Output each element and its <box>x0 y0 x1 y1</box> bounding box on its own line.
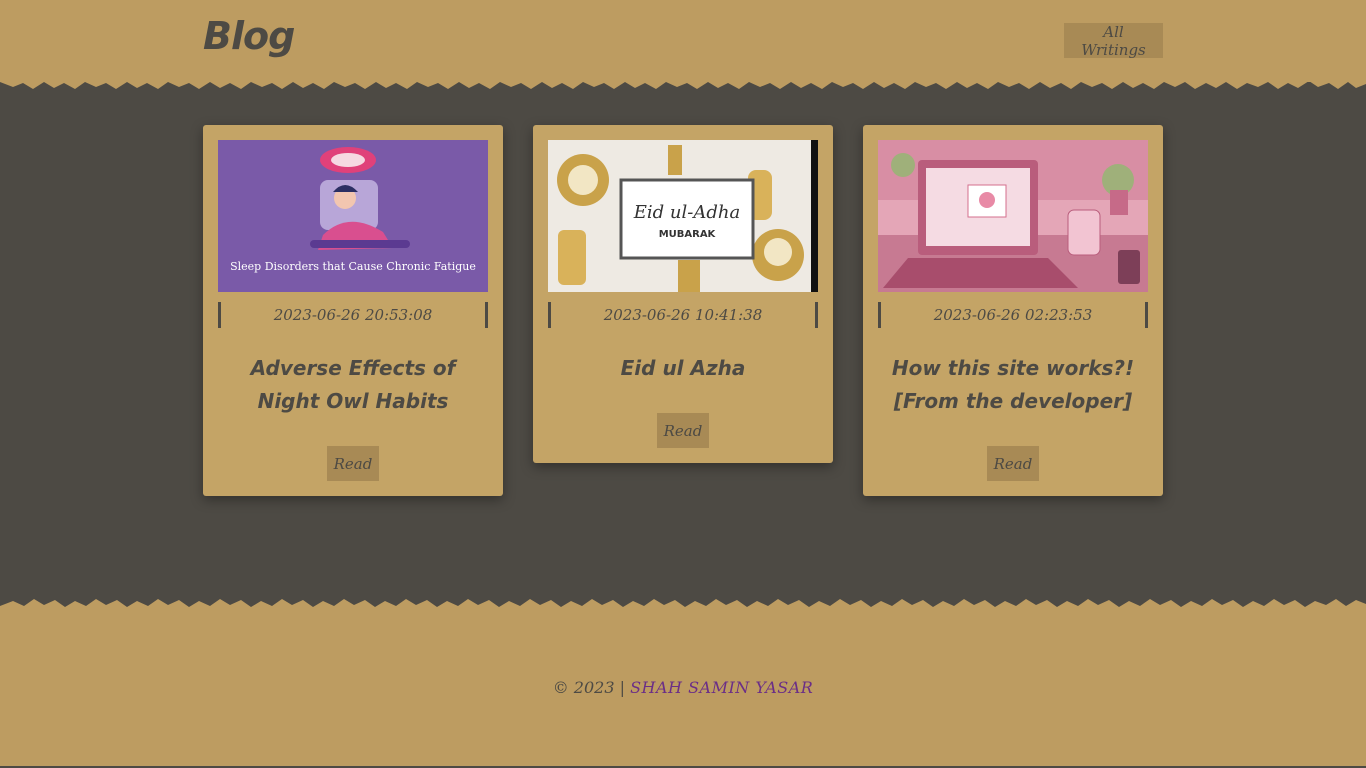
post-thumbnail[interactable]: Eid ul-Adha MUBARAK <box>548 140 818 292</box>
post-card: Sleep Disorders that Cause Chronic Fatig… <box>203 125 503 496</box>
copyright-text: © 2023 | <box>552 678 625 697</box>
post-thumbnail[interactable]: Sleep Disorders that Cause Chronic Fatig… <box>218 140 488 292</box>
read-button[interactable]: Read <box>327 446 379 481</box>
post-card: Eid ul-Adha MUBARAK 2023-06-26 10:41:38 … <box>533 125 833 463</box>
post-thumbnail[interactable] <box>878 140 1148 292</box>
post-card: 2023-06-26 02:23:53 How this site works?… <box>863 125 1163 496</box>
page-title: Blog <box>203 14 295 58</box>
torn-edge-decoration <box>0 78 1366 89</box>
read-button[interactable]: Read <box>657 413 709 448</box>
read-button[interactable]: Read <box>987 446 1039 481</box>
author-link[interactable]: SHAH SAMIN YASAR <box>630 678 813 697</box>
post-date: 2023-06-26 20:53:08 <box>218 302 488 328</box>
thumbnail-caption: Sleep Disorders that Cause Chronic Fatig… <box>230 260 476 273</box>
post-date: 2023-06-26 10:41:38 <box>548 302 818 328</box>
all-writings-button[interactable]: All Writings <box>1064 23 1163 59</box>
post-title[interactable]: How this site works?! [From the develope… <box>878 352 1148 418</box>
thumbnail-subcaption: MUBARAK <box>659 229 717 240</box>
torn-edge-decoration <box>0 599 1366 610</box>
thumbnail-caption: Eid ul-Adha <box>633 202 740 223</box>
site-footer: © 2023 | SHAH SAMIN YASAR <box>0 599 1366 766</box>
posts-grid: Sleep Disorders that Cause Chronic Fatig… <box>203 125 1163 496</box>
copyright-line: © 2023 | SHAH SAMIN YASAR <box>0 678 1366 697</box>
site-header: Blog All Writings <box>0 0 1366 89</box>
post-title[interactable]: Adverse Effects of Night Owl Habits <box>218 352 488 418</box>
post-date: 2023-06-26 02:23:53 <box>878 302 1148 328</box>
post-title[interactable]: Eid ul Azha <box>548 352 818 385</box>
